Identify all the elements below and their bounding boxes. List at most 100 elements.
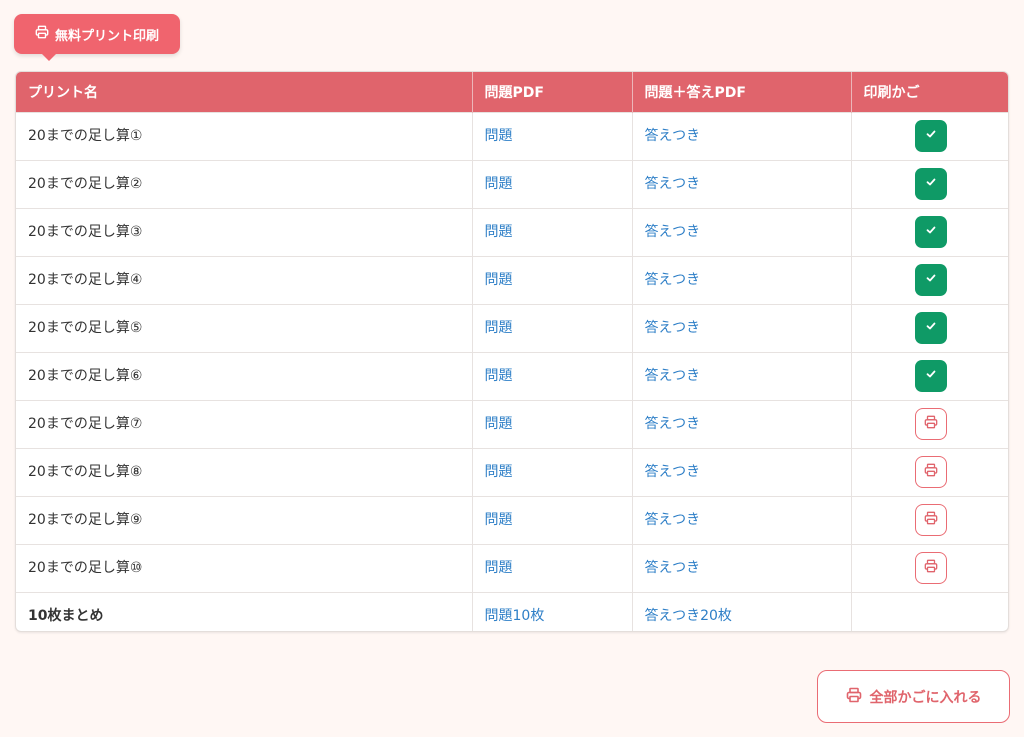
print-name: 20までの足し算③: [16, 207, 473, 256]
answer-pdf-link[interactable]: 答えつき: [645, 416, 701, 432]
table-row: 20までの足し算⑦ 問題 答えつき: [16, 399, 1008, 448]
answer-pdf-cell: 答えつき: [632, 255, 852, 304]
answer-pdf-cell: 答えつき: [632, 495, 852, 544]
print-cart-cell: [851, 303, 1008, 352]
answer-pdf-link[interactable]: 答えつき: [645, 464, 701, 480]
print-name: 20までの足し算⑧: [16, 447, 473, 496]
add-to-cart-button[interactable]: [914, 408, 947, 440]
problem-pdf-cell: 問題10枚: [472, 591, 633, 631]
problem-pdf-link[interactable]: 問題: [485, 560, 513, 576]
print-name: 20までの足し算⑦: [16, 399, 473, 448]
answer-pdf-cell: 答えつき: [632, 543, 852, 592]
table-row: 20までの足し算④ 問題 答えつき: [16, 255, 1008, 304]
problem-pdf-cell: 問題: [472, 255, 633, 304]
print-table: プリント名 問題PDF 問題＋答えPDF 印刷かご 20までの足し算① 問題 答えつ…: [15, 71, 1009, 632]
answer-pdf-link[interactable]: 答えつき: [645, 128, 701, 144]
in-cart-check-button[interactable]: [914, 120, 947, 152]
problem-pdf-link[interactable]: 問題: [485, 416, 513, 432]
add-to-cart-button[interactable]: [914, 504, 947, 536]
print-name: 20までの足し算⑥: [16, 351, 473, 400]
print-name: 20までの足し算⑤: [16, 303, 473, 352]
in-cart-check-button[interactable]: [914, 312, 947, 344]
problem-pdf-link[interactable]: 問題: [485, 224, 513, 240]
header-print-cart: 印刷かご: [851, 72, 1008, 112]
print-cart-cell: [851, 207, 1008, 256]
problem-pdf-cell: 問題: [472, 495, 633, 544]
problem-pdf-cell: 問題: [472, 159, 633, 208]
problem-pdf-link[interactable]: 問題: [485, 368, 513, 384]
print-cart-cell: [851, 351, 1008, 400]
answer-pdf-link[interactable]: 答えつき: [645, 560, 701, 576]
answer-pdf-cell: 答えつき: [632, 447, 852, 496]
problem-pdf-cell: 問題: [472, 399, 633, 448]
print-name: 20までの足し算⑩: [16, 543, 473, 592]
problem-pdf-link[interactable]: 問題: [485, 320, 513, 336]
print-cart-cell: [851, 159, 1008, 208]
print-cart-cell: [851, 591, 1008, 631]
in-cart-check-button[interactable]: [914, 360, 947, 392]
problem-pdf-cell: 問題: [472, 207, 633, 256]
print-name: 20までの足し算⑨: [16, 495, 473, 544]
add-all-label: 全部かごに入れる: [869, 689, 982, 706]
problem-pdf-link[interactable]: 問題: [485, 512, 513, 528]
problem-pdf-cell: 問題: [472, 111, 633, 160]
in-cart-check-button[interactable]: [914, 216, 947, 248]
table-row: 20までの足し算⑧ 問題 答えつき: [16, 447, 1008, 496]
answer-pdf-link[interactable]: 答えつき: [645, 224, 701, 240]
printer-icon: [924, 415, 938, 433]
answer-pdf-cell: 答えつき: [632, 111, 852, 160]
answer-pdf-cell: 答えつき20枚: [632, 591, 852, 631]
table-row: 20までの足し算⑨ 問題 答えつき: [16, 495, 1008, 544]
answer-pdf-link[interactable]: 答えつき: [645, 320, 701, 336]
print-cart-cell: [851, 447, 1008, 496]
printer-icon: [35, 25, 49, 43]
answer-pdf-cell: 答えつき: [632, 351, 852, 400]
printer-icon: [924, 511, 938, 529]
answer-pdf-cell: 答えつき: [632, 399, 852, 448]
problem-pdf-cell: 問題: [472, 351, 633, 400]
header-answer-pdf: 問題＋答えPDF: [632, 72, 852, 112]
table-header-row: プリント名 問題PDF 問題＋答えPDF 印刷かご: [16, 72, 1008, 112]
print-name: 20までの足し算①: [16, 111, 473, 160]
answer-pdf-cell: 答えつき: [632, 303, 852, 352]
printer-icon: [924, 463, 938, 481]
check-icon: [925, 176, 937, 192]
in-cart-check-button[interactable]: [914, 168, 947, 200]
answer-pdf-link[interactable]: 答えつき: [645, 272, 701, 288]
table-row: 20までの足し算② 問題 答えつき: [16, 159, 1008, 208]
problem-pdf-link[interactable]: 問題: [485, 272, 513, 288]
add-to-cart-button[interactable]: [914, 552, 947, 584]
check-icon: [925, 368, 937, 384]
table-row: 20までの足し算⑩ 問題 答えつき: [16, 543, 1008, 592]
check-icon: [925, 224, 937, 240]
free-print-badge: 無料プリント印刷: [14, 14, 180, 61]
check-icon: [925, 128, 937, 144]
answer-pdf-link[interactable]: 答えつき: [645, 368, 701, 384]
printer-icon: [924, 559, 938, 577]
header-problem-pdf: 問題PDF: [472, 72, 633, 112]
answer-pdf-cell: 答えつき: [632, 159, 852, 208]
problem-pdf-cell: 問題: [472, 543, 633, 592]
problem-bundle-link[interactable]: 問題10枚: [485, 608, 545, 624]
badge-label: 無料プリント印刷: [54, 28, 159, 44]
answer-pdf-link[interactable]: 答えつき: [645, 512, 701, 528]
summary-name: 10枚まとめ: [16, 591, 473, 631]
problem-pdf-link[interactable]: 問題: [485, 464, 513, 480]
print-cart-cell: [851, 255, 1008, 304]
add-all-to-cart-button[interactable]: 全部かごに入れる: [817, 670, 1010, 723]
header-print-name: プリント名: [16, 72, 473, 112]
answer-pdf-cell: 答えつき: [632, 207, 852, 256]
table-row: 20までの足し算⑤ 問題 答えつき: [16, 303, 1008, 352]
problem-pdf-link[interactable]: 問題: [485, 128, 513, 144]
table-row: 20までの足し算③ 問題 答えつき: [16, 207, 1008, 256]
in-cart-check-button[interactable]: [914, 264, 947, 296]
print-cart-cell: [851, 495, 1008, 544]
answer-bundle-link[interactable]: 答えつき20枚: [645, 608, 732, 624]
problem-pdf-cell: 問題: [472, 447, 633, 496]
answer-pdf-link[interactable]: 答えつき: [645, 176, 701, 192]
problem-pdf-link[interactable]: 問題: [485, 176, 513, 192]
print-cart-cell: [851, 543, 1008, 592]
add-to-cart-button[interactable]: [914, 456, 947, 488]
printer-icon: [846, 687, 862, 707]
check-icon: [925, 272, 937, 288]
